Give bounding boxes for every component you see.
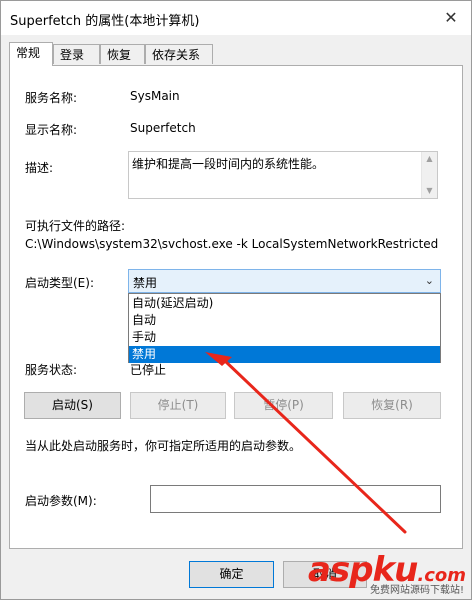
startup-type-value: 禁用 xyxy=(133,276,158,290)
start-params-hint: 当从此处启动服务时，你可指定所适用的启动参数。 xyxy=(25,439,302,453)
description-value: 维护和提高一段时间内的系统性能。 xyxy=(132,157,325,171)
watermark-subtitle: 免费网站源码下载站! xyxy=(369,585,464,596)
ok-button[interactable]: 确定 xyxy=(189,561,274,588)
service-name-label: 服务名称: xyxy=(25,91,78,105)
tab-logon[interactable]: 登录 xyxy=(53,44,100,64)
start-button[interactable]: 启动(S) xyxy=(24,392,121,419)
tab-dependencies[interactable]: 依存关系 xyxy=(145,44,213,64)
startup-type-select[interactable]: 禁用 ⌄ xyxy=(128,269,441,293)
stop-button[interactable]: 停止(T) xyxy=(130,392,226,419)
properties-dialog: Superfetch 的属性(本地计算机) ✕ 常规 登录 恢复 依存关系 服务… xyxy=(0,0,472,600)
startup-type-label: 启动类型(E): xyxy=(25,276,94,290)
tab-recovery[interactable]: 恢复 xyxy=(100,44,145,64)
startup-type-dropdown: 自动(延迟启动) 自动 手动 禁用 xyxy=(128,293,441,363)
title-bar: Superfetch 的属性(本地计算机) ✕ xyxy=(1,1,471,35)
resume-button[interactable]: 恢复(R) xyxy=(343,392,441,419)
chevron-down-icon: ⌄ xyxy=(424,274,434,287)
description-box[interactable]: 维护和提高一段时间内的系统性能。 ▲ ▼ xyxy=(128,151,438,199)
exe-path-value: C:\Windows\system32\svchost.exe -k Local… xyxy=(25,237,439,251)
watermark-logo: aspku.com 免费网站源码下载站! xyxy=(308,550,466,596)
display-name-value: Superfetch xyxy=(130,121,196,135)
option-auto-delayed[interactable]: 自动(延迟启动) xyxy=(129,295,440,312)
description-label: 描述: xyxy=(25,161,54,175)
start-params-input[interactable] xyxy=(150,485,441,513)
option-manual[interactable]: 手动 xyxy=(129,329,440,346)
close-icon[interactable]: ✕ xyxy=(437,5,465,31)
display-name-label: 显示名称: xyxy=(25,123,78,137)
option-auto[interactable]: 自动 xyxy=(129,312,440,329)
service-name-value: SysMain xyxy=(130,89,180,103)
service-status-label: 服务状态: xyxy=(25,363,78,377)
pause-button[interactable]: 暂停(P) xyxy=(234,392,333,419)
start-params-label: 启动参数(M): xyxy=(25,494,97,508)
option-disabled[interactable]: 禁用 xyxy=(129,346,440,363)
service-status-value: 已停止 xyxy=(130,363,167,377)
scroll-down-icon[interactable]: ▼ xyxy=(422,185,437,197)
scroll-up-icon[interactable]: ▲ xyxy=(422,153,437,165)
description-scrollbar[interactable]: ▲ ▼ xyxy=(421,152,437,198)
exe-path-label: 可执行文件的路径: xyxy=(25,219,126,233)
tab-general[interactable]: 常规 xyxy=(9,42,53,66)
window-title: Superfetch 的属性(本地计算机) xyxy=(10,14,200,29)
